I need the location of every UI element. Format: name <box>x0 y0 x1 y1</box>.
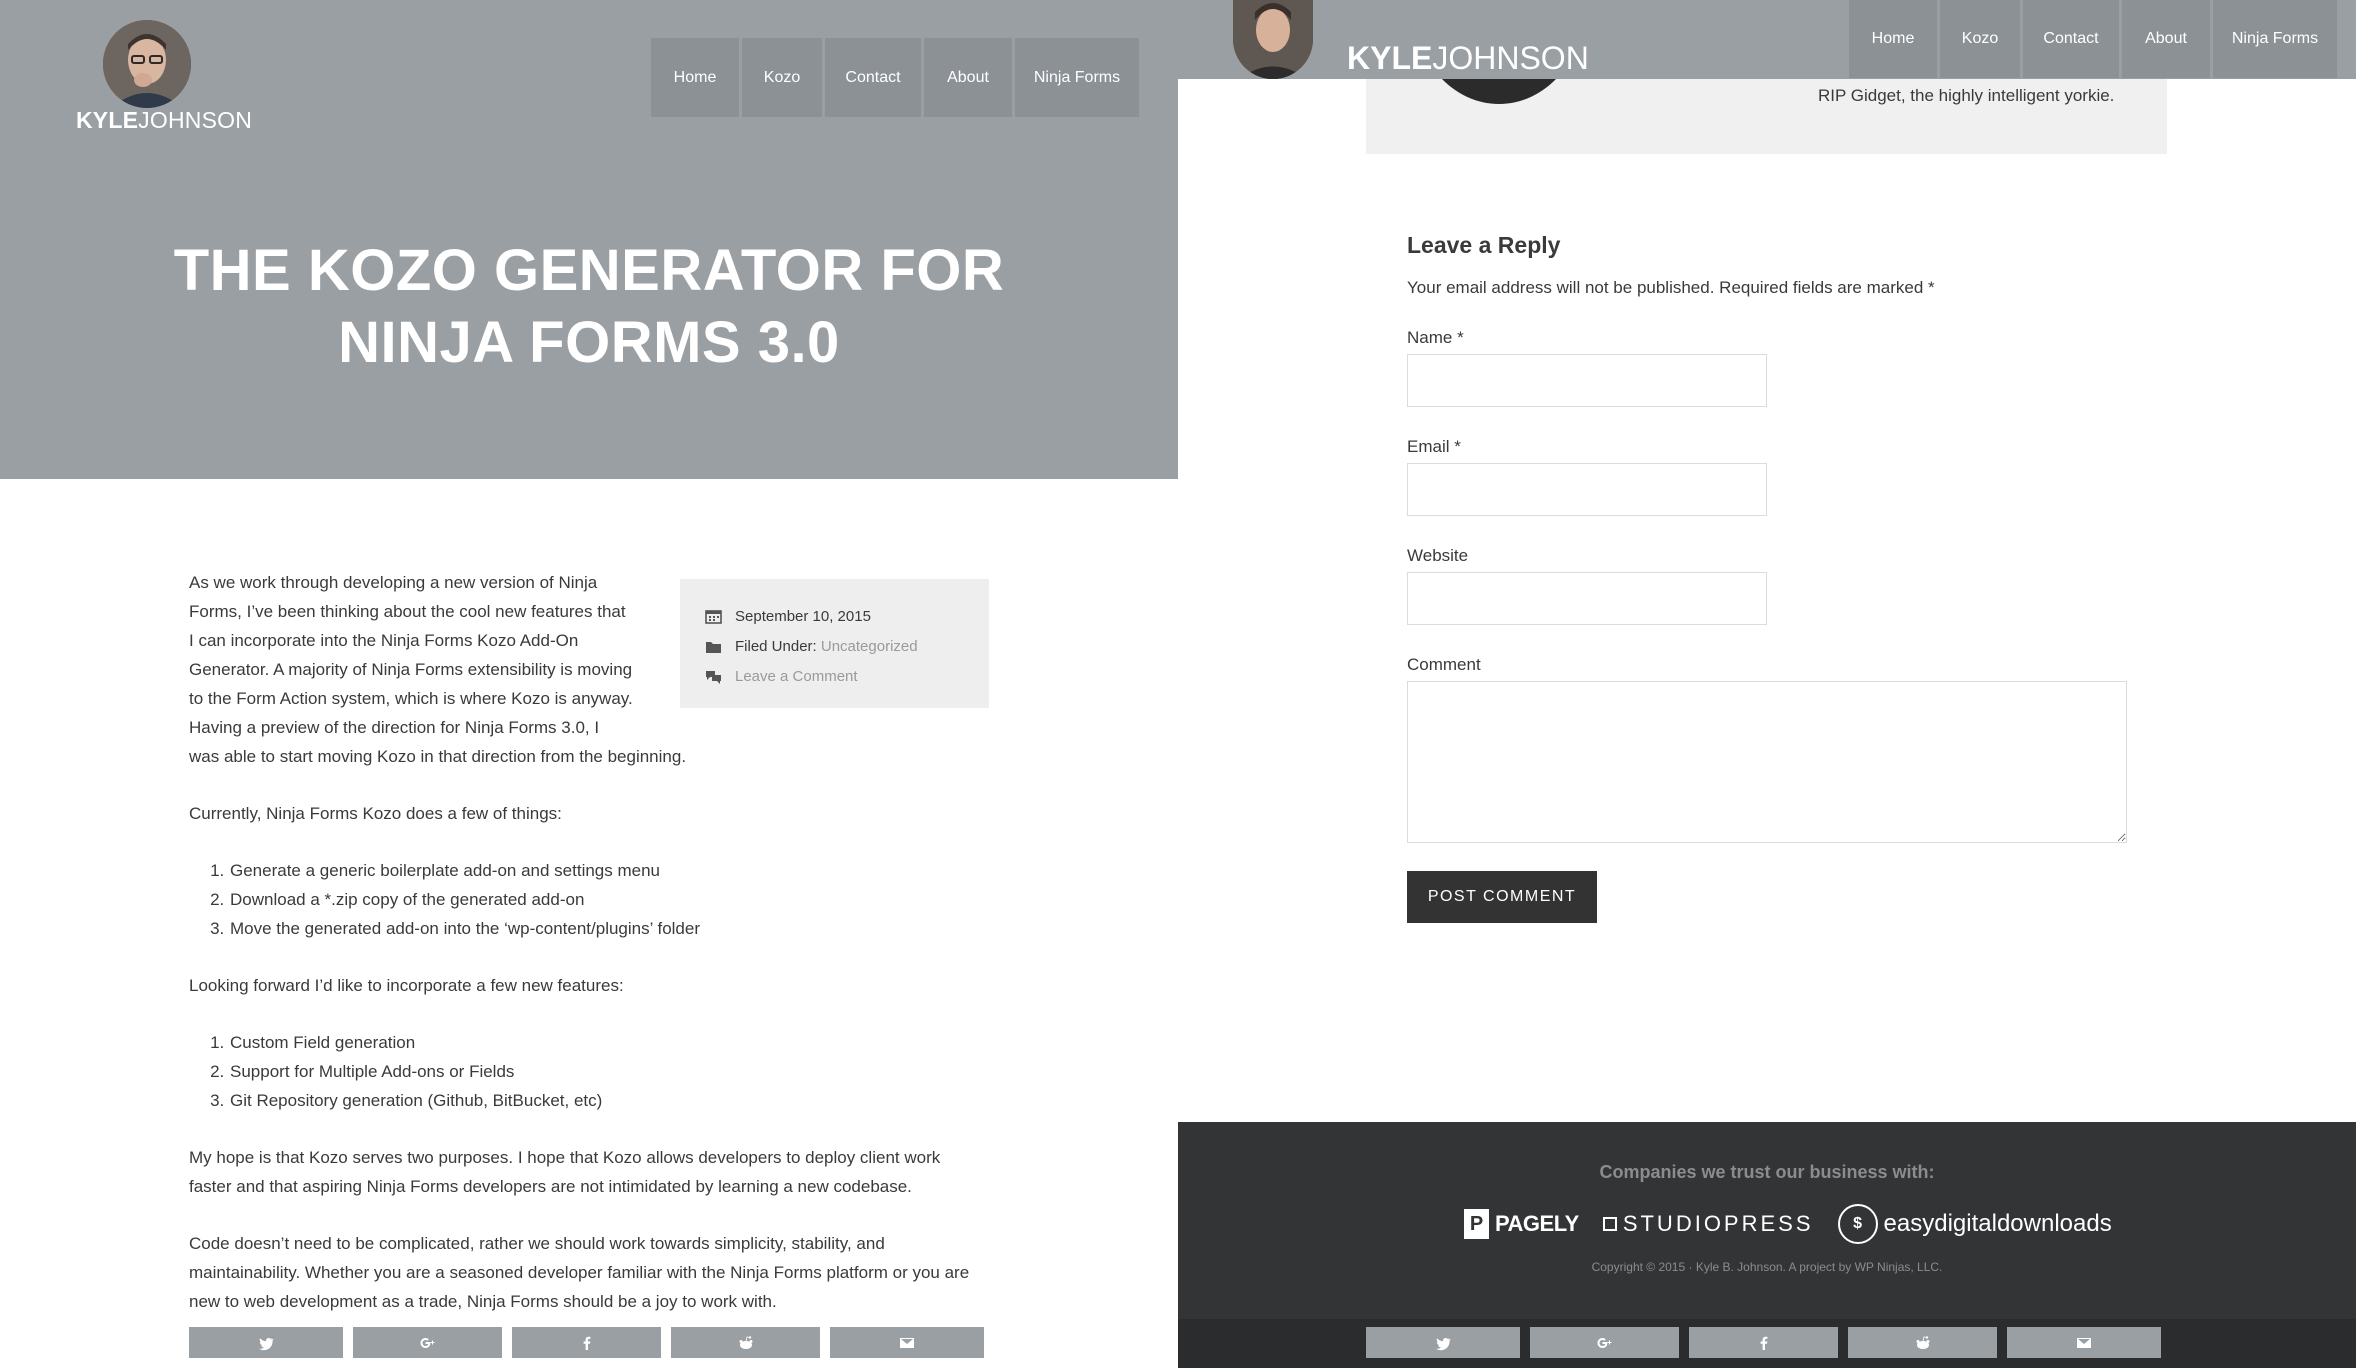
avatar[interactable] <box>1233 0 1313 79</box>
share-facebook-button[interactable] <box>512 1327 661 1358</box>
share-reddit-button[interactable] <box>671 1327 820 1358</box>
pagely-logo[interactable]: P PAGELY <box>1464 1209 1579 1239</box>
edd-logo[interactable]: $ easydigitaldownloads <box>1837 1204 2112 1244</box>
reddit-icon <box>1916 1335 1929 1349</box>
hero-header: KYLEJOHNSON Home Kozo Contact About Ninj… <box>0 0 1178 479</box>
list-item: Git Repository generation (Github, BitBu… <box>229 1086 986 1115</box>
sticky-header: KYLEJOHNSON Home Kozo Contact About Ninj… <box>1178 0 2356 79</box>
website-label: Website <box>1407 546 1469 565</box>
intro-line: As we work through developing a new vers… <box>189 573 598 592</box>
main-nav: Home Kozo Contact About Ninja Forms <box>1849 0 2337 78</box>
code-paragraph: Code doesn’t need to be complicated, rat… <box>189 1234 970 1311</box>
logo-first-name: KYLE <box>76 107 139 133</box>
share-reddit-button[interactable] <box>1848 1327 1997 1358</box>
post-title: THE KOZO GENERATOR FOR NINJA FORMS 3.0 <box>100 235 1078 379</box>
list-item: Support for Multiple Add-ons or Fields <box>229 1057 986 1086</box>
site-logo[interactable]: KYLEJOHNSON <box>1347 40 1589 77</box>
email-icon <box>2077 1337 2091 1348</box>
share-twitter-button[interactable] <box>189 1327 343 1358</box>
author-bio: RIP Gidget, the highly intelligent yorki… <box>1818 86 2115 105</box>
email-icon <box>900 1337 914 1348</box>
hope-paragraph: My hope is that Kozo serves two purposes… <box>189 1148 941 1196</box>
intro-line: was able to start moving Kozo in that di… <box>189 747 687 766</box>
nav-ninja-forms[interactable]: Ninja Forms <box>1015 38 1139 117</box>
copyright-text: Copyright © 2015 · Kyle B. Johnson. A pr… <box>1591 1260 1943 1274</box>
reply-note: Your email address will not be published… <box>1407 278 1935 297</box>
studiopress-mark-icon <box>1602 1217 1617 1231</box>
nav-about[interactable]: About <box>2122 0 2210 78</box>
nav-contact[interactable]: Contact <box>2023 0 2119 78</box>
edd-wordmark-part: easy <box>1883 1210 1935 1237</box>
list-item: Custom Field generation <box>229 1028 986 1057</box>
facebook-icon <box>1760 1336 1767 1350</box>
twitter-icon <box>259 1337 274 1350</box>
studiopress-wordmark: STUDIOPRESS <box>1622 1211 1814 1236</box>
twitter-icon <box>1436 1337 1451 1350</box>
website-field[interactable] <box>1407 572 1767 625</box>
list-item: Generate a generic boilerplate add-on an… <box>229 856 986 885</box>
nav-kozo[interactable]: Kozo <box>742 38 822 117</box>
nav-about[interactable]: About <box>924 38 1012 117</box>
post-title-line-1: THE KOZO GENERATOR FOR <box>173 238 1005 303</box>
share-facebook-button[interactable] <box>1689 1327 1838 1358</box>
partner-logos: P PAGELY STUDIOPRESS $ easydigitaldownlo… <box>1464 1202 2112 1246</box>
intro-line: to the Form Action system, which is wher… <box>189 689 633 708</box>
email-label: Email * <box>1407 437 1461 456</box>
reply-heading: Leave a Reply <box>1407 232 1561 258</box>
google-plus-icon <box>1597 1337 1611 1348</box>
main-nav: Home Kozo Contact About Ninja Forms <box>651 38 1139 117</box>
nav-contact[interactable]: Contact <box>825 38 921 117</box>
current-features-intro: Currently, Ninja Forms Kozo does a few o… <box>189 804 562 823</box>
share-email-button[interactable] <box>2007 1327 2161 1358</box>
intro-line: Generator. A majority of Ninja Forms ext… <box>189 660 633 679</box>
email-field[interactable] <box>1407 463 1767 516</box>
nav-home[interactable]: Home <box>651 38 739 117</box>
comment-field[interactable] <box>1407 681 2127 843</box>
google-plus-icon <box>420 1337 434 1348</box>
pagely-wordmark: PAGELY <box>1495 1211 1579 1236</box>
share-bar <box>189 1327 984 1358</box>
intro-line: I can incorporate into the Ninja Forms K… <box>189 631 579 650</box>
reddit-icon <box>739 1335 752 1349</box>
logo-first-name: KYLE <box>1347 40 1433 76</box>
facebook-icon <box>583 1336 590 1350</box>
nav-ninja-forms[interactable]: Ninja Forms <box>2213 0 2337 78</box>
edd-wordmark-part: downloads <box>1996 1210 2112 1237</box>
left-screenshot-pane: KYLEJOHNSON Home Kozo Contact About Ninj… <box>0 0 1178 1368</box>
future-features-intro: Looking forward I’d like to incorporate … <box>189 976 624 995</box>
post-title-line-2: NINJA FORMS 3.0 <box>338 310 840 375</box>
right-screenshot-pane: RIP Gidget, the highly intelligent yorki… <box>1178 0 2356 1368</box>
post-content: As we work through developing a new vers… <box>189 568 986 1316</box>
studiopress-logo[interactable]: STUDIOPRESS <box>1602 1211 1814 1237</box>
intro-line: Having a preview of the direction for Ni… <box>189 718 600 737</box>
avatar[interactable] <box>103 20 191 108</box>
share-twitter-button[interactable] <box>1366 1327 1520 1358</box>
intro-line: Forms, I’ve been thinking about the cool… <box>189 602 626 621</box>
name-label: Name * <box>1407 328 1464 347</box>
list-item: Download a *.zip copy of the generated a… <box>229 885 986 914</box>
name-field[interactable] <box>1407 354 1767 407</box>
pagely-mark: P <box>1464 1209 1489 1239</box>
share-email-button[interactable] <box>830 1327 984 1358</box>
comment-form: Leave a Reply Your email address will no… <box>1407 232 2127 923</box>
site-footer: Companies we trust our business with: P … <box>1178 1122 2356 1368</box>
nav-home[interactable]: Home <box>1849 0 1937 78</box>
post-comment-button[interactable]: POST COMMENT <box>1407 871 1597 923</box>
share-google-plus-button[interactable] <box>1530 1327 1679 1358</box>
share-google-plus-button[interactable] <box>353 1327 502 1358</box>
footer-heading: Companies we trust our business with: <box>1599 1162 1935 1182</box>
nav-kozo[interactable]: Kozo <box>1940 0 2020 78</box>
future-features-list: Custom Field generation Support for Mult… <box>189 1028 986 1115</box>
logo-last-name: JOHNSON <box>1432 40 1589 76</box>
edd-mark: $ <box>1837 1204 1878 1244</box>
edd-wordmark-part: digital <box>1934 1210 1997 1237</box>
current-features-list: Generate a generic boilerplate add-on an… <box>189 856 986 943</box>
comment-label: Comment <box>1407 655 1481 674</box>
logo-last-name: JOHNSON <box>138 107 253 133</box>
share-bar <box>1366 1327 2161 1358</box>
site-logo[interactable]: KYLEJOHNSON <box>76 107 252 134</box>
list-item: Move the generated add-on into the ‘wp-c… <box>229 914 986 943</box>
edd-wordmark: easydigitaldownloads <box>1884 1210 2112 1238</box>
intro-paragraph: As we work through developing a new vers… <box>189 568 709 771</box>
